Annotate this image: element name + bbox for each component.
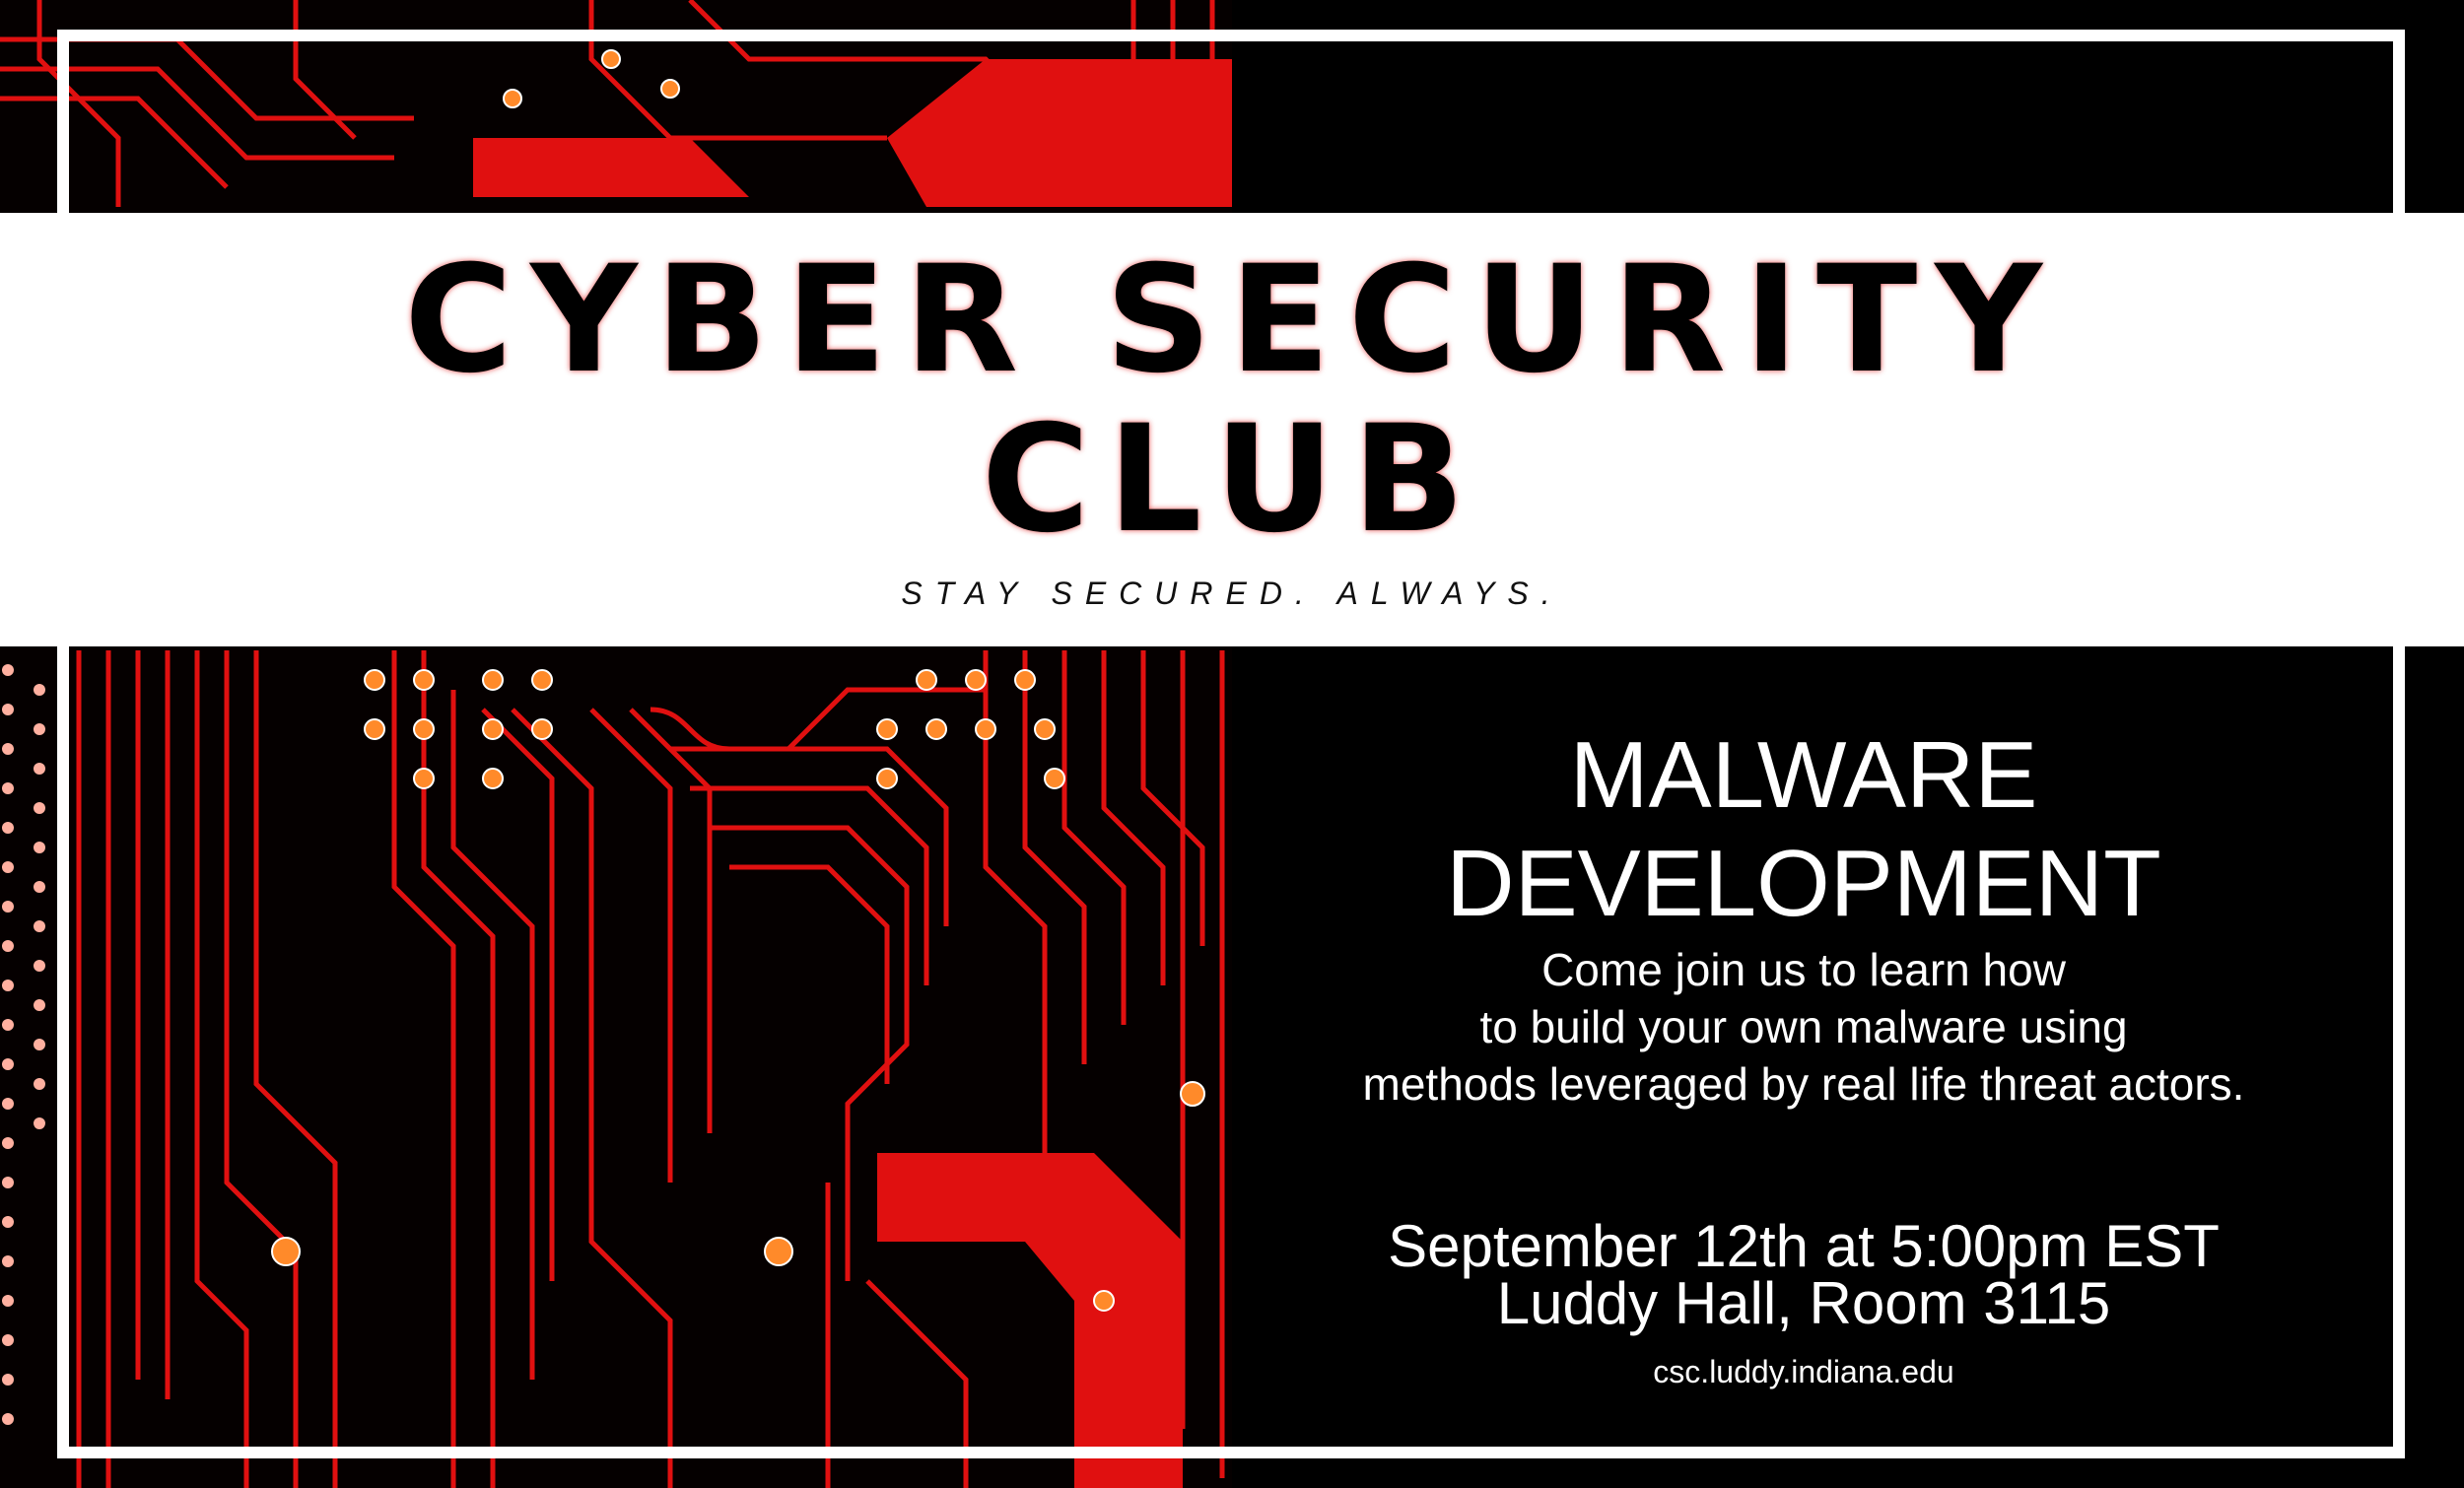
club-website: csc.luddy.indiana.edu bbox=[1653, 1354, 1954, 1389]
club-title-line-1: Cyber Security bbox=[404, 235, 2060, 406]
description-line: to build your own malware using bbox=[1479, 1001, 2128, 1052]
event-details: September 12th at 5:00pm EST Luddy Hall,… bbox=[1262, 1213, 2346, 1336]
description-line: methods leveraged by real life threat ac… bbox=[1362, 1058, 2245, 1110]
club-title-line-2: Club bbox=[981, 394, 1483, 566]
event-location: Luddy Hall, Room 3115 bbox=[1496, 1270, 2111, 1336]
tagline: STAY SECURED. ALWAYS. bbox=[901, 575, 1563, 611]
event-title: MALWARE DEVELOPMENT bbox=[1446, 722, 2161, 936]
event-date-time: September 12th at 5:00pm EST bbox=[1388, 1213, 2220, 1279]
event-description: Come join us to learn how to build your … bbox=[1262, 941, 2346, 1113]
description-line: Come join us to learn how bbox=[1541, 944, 2066, 995]
